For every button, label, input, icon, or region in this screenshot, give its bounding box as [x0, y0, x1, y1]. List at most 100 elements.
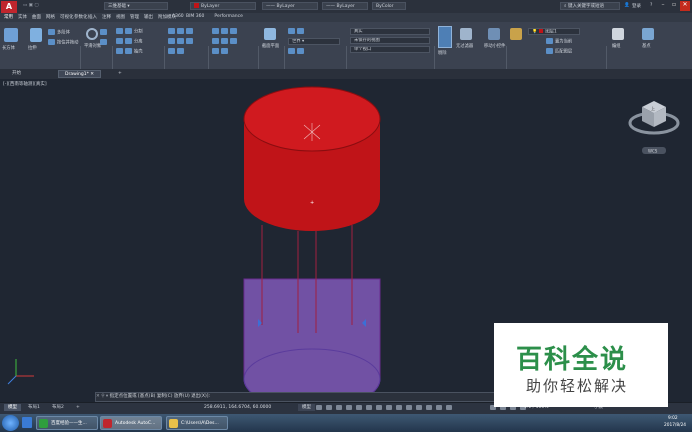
taskbar-explorer[interactable]: C:\Users\A\Des... [166, 416, 228, 430]
ribbon-tab-2[interactable]: 曲面 [32, 14, 41, 20]
named-view-dropdown[interactable]: 未保存的视图 [350, 37, 430, 44]
make-current-button[interactable]: 置为当前 [546, 38, 572, 45]
selection-cycling-icon[interactable] [426, 405, 432, 410]
tab-layout1[interactable]: 布局1 [24, 404, 44, 411]
polysolid-button[interactable]: 多段体 [48, 29, 70, 36]
draw-tools-row1[interactable] [168, 28, 195, 35]
ribbon-tab-12[interactable]: A360 [172, 14, 184, 19]
polar-icon[interactable] [346, 405, 352, 410]
gizmo-icon[interactable] [488, 28, 500, 40]
modify-tools-row3[interactable] [212, 48, 230, 55]
gizmo-button[interactable]: 移动小控件 [484, 43, 505, 49]
draw-tools-row2[interactable] [168, 38, 195, 45]
ribbon-tab-0[interactable]: 常用 [4, 14, 13, 20]
match-layer-button[interactable]: 匹配图层 [546, 48, 572, 55]
plotstyle-dropdown[interactable]: ByColor [372, 2, 406, 10]
ribbon-tab-7[interactable]: 注释 [102, 14, 111, 20]
box-icon[interactable] [4, 28, 18, 42]
command-line[interactable]: ✕ ⚲ ▾ 指定点位置或 [基点(B) 复制(C) 放弃(U) 退出(X)]: [95, 392, 495, 402]
ribbon-tab-3[interactable]: 网格 [46, 14, 55, 20]
add-layout-button[interactable]: + [72, 404, 84, 411]
maximize-button[interactable]: ▫ [669, 1, 679, 11]
modify-tools-row1[interactable] [212, 28, 239, 35]
base-view-button[interactable]: 基点 [642, 43, 651, 49]
linetype-dropdown[interactable]: —— ByLayer [262, 2, 318, 10]
ucs-tools-row3[interactable] [288, 48, 306, 55]
section-plane-button[interactable]: 截面平面 [262, 43, 279, 49]
close-button[interactable]: ✕ [680, 1, 690, 11]
draw-tools-row3[interactable] [168, 48, 186, 55]
filter-icon[interactable] [460, 28, 472, 40]
ortho-icon[interactable] [336, 405, 342, 410]
tab-drawing1[interactable]: Drawing1* ✕ [58, 70, 102, 78]
base-view-icon[interactable] [642, 28, 654, 40]
visual-style-dropdown[interactable]: 真实 [350, 28, 430, 35]
osnap-icon[interactable] [356, 405, 362, 410]
add-tab-button[interactable]: + [112, 70, 128, 78]
minimize-button[interactable]: – [658, 1, 668, 11]
nofilter-button[interactable]: 无过滤器 [456, 43, 473, 49]
model-space-button[interactable]: 模型 [298, 404, 315, 411]
dyn-icon[interactable] [396, 405, 402, 410]
ribbon-tab-9[interactable]: 管理 [130, 14, 139, 20]
ribbon-tab-8[interactable]: 视图 [116, 14, 125, 20]
ie-icon[interactable] [22, 417, 32, 428]
section-plane-icon[interactable] [264, 28, 276, 40]
close-cmdline-icon[interactable]: ✕ ⚲ ▾ [96, 394, 110, 399]
grid-icon[interactable] [316, 405, 322, 410]
search-input[interactable]: ⌕ 键入关键字或短语 [560, 2, 620, 10]
ribbon-tab-1[interactable]: 实体 [18, 14, 27, 20]
ribbon-tab-14[interactable]: Performance [214, 14, 243, 19]
separate-tool[interactable]: 分离 [116, 38, 143, 45]
color-dropdown[interactable]: ByLayer [190, 2, 256, 10]
layer-dropdown[interactable]: 💡 图层1 [528, 28, 580, 35]
smooth-object-button[interactable]: 平滑对象 [84, 43, 101, 49]
ducs-icon[interactable] [386, 405, 392, 410]
ribbon-tab-4[interactable]: 可视化 [60, 14, 74, 20]
culling-icon[interactable] [438, 26, 452, 48]
viewport-config-dropdown[interactable]: 单个视口 [350, 46, 430, 53]
workspace-dropdown[interactable]: 三维基础 ▾ [104, 2, 168, 10]
tab-start[interactable]: 开始 [6, 70, 27, 78]
presspull-button[interactable]: 按住并拖动 [48, 39, 78, 46]
taskbar-browser[interactable]: 百度经验——生... [36, 416, 98, 430]
start-button[interactable] [2, 415, 19, 431]
signin-link[interactable]: 登录 [632, 3, 641, 9]
application-menu-button[interactable]: A [1, 1, 17, 13]
lineweight-dropdown[interactable]: —— ByLayer [322, 2, 368, 10]
ribbon-tab-10[interactable]: 输出 [144, 14, 153, 20]
modify-tools-row2[interactable] [212, 38, 239, 45]
smooth-object-icon[interactable] [86, 28, 98, 40]
snap-icon[interactable] [326, 405, 332, 410]
help-icon[interactable]: ? [650, 3, 652, 8]
close-tab-icon[interactable]: ✕ [90, 72, 94, 77]
mesh-tool-2[interactable] [100, 39, 109, 46]
box-button[interactable]: 长方体 [2, 45, 15, 51]
tab-layout2[interactable]: 布局2 [48, 404, 68, 411]
union-tool[interactable]: 分割 [116, 28, 143, 35]
ucs-tools-row1[interactable] [288, 28, 306, 35]
ribbon-tab-6[interactable]: 插入 [88, 14, 97, 20]
annotation-monitor-icon[interactable] [436, 405, 442, 410]
extrude-button[interactable]: 拉伸 [28, 45, 37, 51]
extrude-icon[interactable] [30, 28, 42, 42]
group-button[interactable]: 编组 [612, 43, 621, 49]
lineweight-icon[interactable] [406, 405, 412, 410]
user-icon[interactable]: 👤 [624, 3, 630, 8]
ucs-dropdown[interactable]: 世界 ▾ [288, 38, 340, 45]
workspace-icon[interactable] [446, 405, 452, 410]
shell-tool[interactable]: 抽壳 [116, 48, 143, 55]
mesh-tool-1[interactable] [100, 29, 109, 36]
ribbon-tab-13[interactable]: BIM 360 [186, 14, 204, 19]
tab-model[interactable]: 模型 [4, 404, 21, 411]
3dosnap-icon[interactable] [366, 405, 372, 410]
layer-properties-icon[interactable] [510, 28, 522, 40]
ribbon-tab-5[interactable]: 参数化 [74, 14, 88, 20]
otrack-icon[interactable] [376, 405, 382, 410]
taskbar-autocad[interactable]: Autodesk AutoC... [100, 416, 162, 430]
purple-cylinder-body [243, 278, 381, 392]
transparency-icon[interactable] [416, 405, 422, 410]
group-icon[interactable] [612, 28, 624, 40]
culling-button[interactable]: 剔除 [438, 50, 447, 56]
quick-access-toolbar[interactable]: ▭ ▣ ▢ [20, 2, 40, 10]
